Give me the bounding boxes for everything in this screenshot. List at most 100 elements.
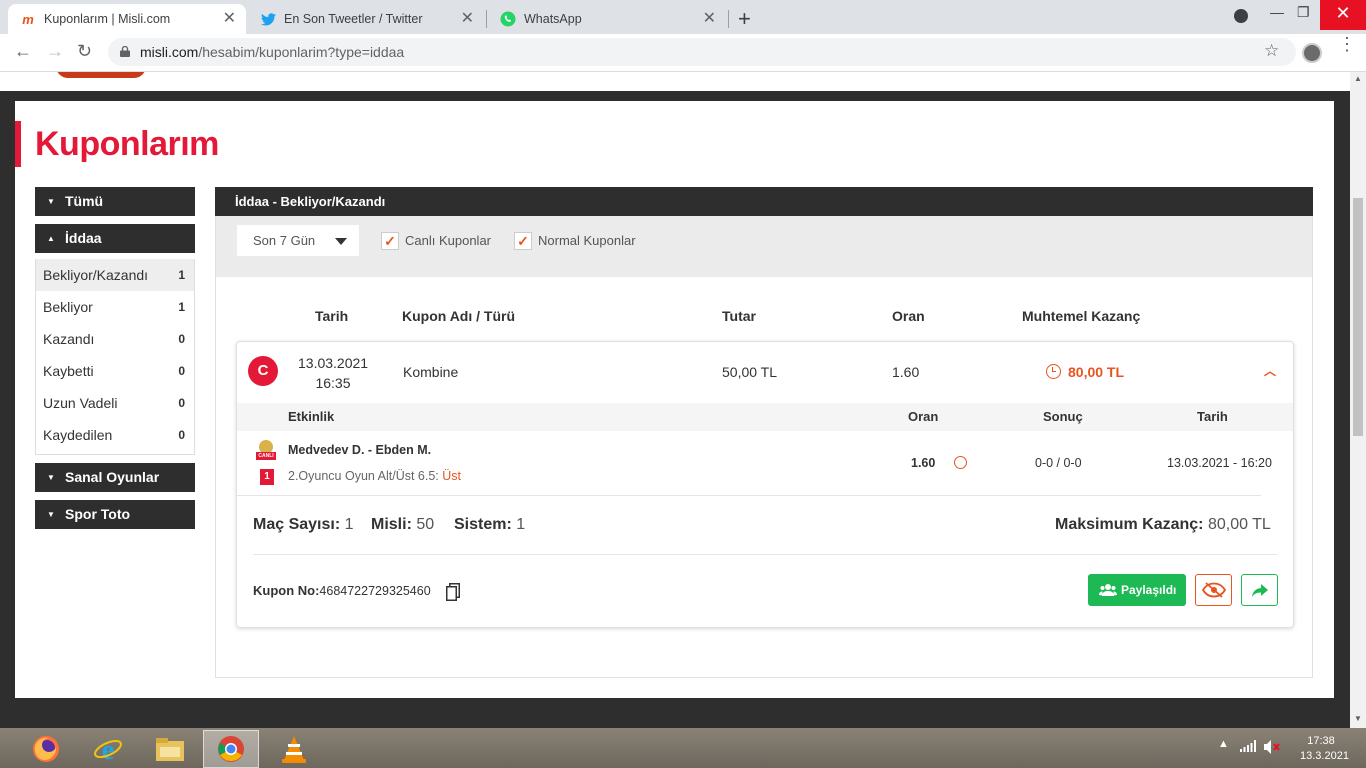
caret-up-icon: ▲: [47, 234, 55, 243]
window-close-icon[interactable]: ✕: [1320, 0, 1366, 30]
potential-value: 80,00 TL: [1068, 364, 1125, 380]
forward-icon[interactable]: →: [46, 41, 64, 62]
close-tab-icon[interactable]: ✕: [461, 11, 474, 27]
main-panel: Son 7 Gün ✓ Canlı Kuponlar ✓ Normal Kupo…: [215, 216, 1313, 678]
close-tab-icon[interactable]: ✕: [223, 11, 236, 27]
stat-label: Maç Sayısı:: [253, 516, 341, 533]
misli-icon: m: [22, 11, 34, 27]
internet-explorer-icon[interactable]: e: [80, 730, 136, 768]
event-col-oran: Oran: [908, 409, 939, 424]
scroll-down-arrow-icon[interactable]: ▼: [1354, 714, 1362, 723]
minimize-icon[interactable]: —: [1270, 4, 1284, 20]
system-clock[interactable]: 17:38 13.3.2021: [1300, 734, 1349, 764]
vlc-icon[interactable]: [266, 730, 322, 768]
coupon-odds: 1.60: [892, 364, 920, 380]
stat-label: Misli:: [371, 516, 412, 533]
stat-value: 80,00 TL: [1207, 516, 1271, 533]
reload-icon[interactable]: ↻: [77, 41, 92, 62]
sidebar-item-kaydedilen[interactable]: Kaydedilen 0: [36, 419, 194, 451]
shared-button[interactable]: Paylaşıldı: [1088, 574, 1186, 606]
close-tab-icon[interactable]: ✕: [703, 11, 716, 27]
checkmark-icon: ✓: [514, 232, 532, 250]
sidebar-item-bekliyor-kazandi[interactable]: Bekliyor/Kazandı 1: [36, 259, 194, 291]
tab-whatsapp[interactable]: WhatsApp ✕: [488, 4, 726, 34]
column-tarih: Tarih: [315, 308, 349, 324]
period-select[interactable]: Son 7 Gün: [237, 225, 359, 256]
stat-sistem: Sistem: 1: [454, 516, 525, 534]
filter-bar: Son 7 Gün ✓ Canlı Kuponlar ✓ Normal Kupo…: [216, 216, 1312, 277]
event-market-label: 2.Oyuncu Oyun Alt/Üst 6.5:: [288, 469, 439, 483]
profile-avatar[interactable]: [1302, 43, 1322, 63]
back-icon[interactable]: ←: [14, 41, 32, 62]
clock-icon: [954, 456, 967, 469]
scrollbar-thumb[interactable]: [1353, 198, 1363, 436]
sidebar-item-label: Bekliyor: [43, 299, 93, 315]
stat-label: Sistem:: [454, 516, 512, 533]
checkbox-label: Canlı Kuponlar: [405, 233, 491, 248]
normal-kuponlar-checkbox[interactable]: ✓ Normal Kuponlar: [514, 232, 636, 250]
tab-misli[interactable]: m Kuponlarım | Misli.com ✕: [8, 4, 246, 34]
volume-muted-icon[interactable]: [1264, 740, 1280, 757]
event-odds: 1.60: [911, 456, 936, 470]
bookmark-star-icon[interactable]: ☆: [1264, 41, 1279, 61]
chrome-icon[interactable]: [203, 730, 259, 768]
divider: [237, 495, 1261, 496]
collapse-chevron-icon[interactable]: ︿: [1264, 362, 1276, 379]
event-col-tarih: Tarih: [1197, 409, 1228, 424]
stat-value: 50: [416, 516, 435, 533]
show-hidden-icons-icon[interactable]: ▲: [1218, 738, 1229, 750]
network-signal-icon[interactable]: [1240, 740, 1256, 755]
coupon-type-badge: C: [248, 356, 278, 386]
sidebar-item-uzun-vadeli[interactable]: Uzun Vadeli 0: [36, 387, 194, 419]
stat-mac-sayisi: Maç Sayısı: 1: [253, 516, 354, 534]
main-panel-header: İddaa - Bekliyor/Kazandı: [215, 187, 1313, 216]
stat-misli: Misli: 50: [371, 516, 434, 534]
divider: [253, 554, 1277, 555]
sidebar-item-bekliyor[interactable]: Bekliyor 1: [36, 291, 194, 323]
firefox-icon[interactable]: [18, 730, 74, 768]
browser-menu-icon[interactable]: ⋮: [1338, 35, 1356, 53]
twitter-icon: [260, 11, 276, 27]
sidebar-spor-toto[interactable]: ▼ Spor Toto: [35, 500, 195, 529]
tab-separator: [728, 10, 729, 28]
period-select-value: Son 7 Gün: [253, 233, 316, 248]
profile-dropdown-icon[interactable]: [1234, 9, 1248, 23]
scroll-up-arrow-icon[interactable]: ▲: [1354, 74, 1362, 83]
checkmark-icon: ✓: [381, 232, 399, 250]
event-pick: Üst: [442, 469, 462, 483]
sidebar-item-label: Kaybetti: [43, 363, 94, 379]
sidebar-sanal-oyunlar[interactable]: ▼ Sanal Oyunlar: [35, 463, 195, 492]
sidebar-item-count: 0: [178, 364, 185, 378]
browser-tab-strip: m Kuponlarım | Misli.com ✕ En Son Tweetl…: [0, 0, 1366, 34]
coupon-card[interactable]: C 13.03.2021 16:35 Kombine 50,00 TL 1.60…: [236, 341, 1294, 628]
share-arrow-icon: [1252, 584, 1268, 597]
coupon-date: 13.03.2021: [298, 355, 369, 371]
sidebar-iddaa[interactable]: ▲ İddaa: [35, 224, 195, 253]
event-col-etkinlik: Etkinlik: [288, 409, 335, 424]
live-label: CANLI: [256, 452, 276, 460]
clock-icon: [1046, 364, 1061, 379]
event-table-header: Etkinlik Oran Sonuç Tarih: [237, 403, 1293, 431]
tab-twitter[interactable]: En Son Tweetler / Twitter ✕: [248, 4, 484, 34]
canli-kuponlar-checkbox[interactable]: ✓ Canlı Kuponlar: [381, 232, 491, 250]
sidebar-sanal-label: Sanal Oyunlar: [65, 469, 160, 485]
sidebar-tumu[interactable]: ▼ Tümü: [35, 187, 195, 216]
misli-logo[interactable]: [56, 72, 146, 78]
address-bar[interactable]: misli.com/hesabim/kuponlarim?type=iddaa: [108, 38, 1296, 66]
share-forward-button[interactable]: [1241, 574, 1278, 606]
url-host: misli.com: [140, 44, 199, 60]
browser-toolbar: ← → ↻ misli.com/hesabim/kuponlarim?type=…: [0, 34, 1366, 72]
copy-icon[interactable]: [446, 583, 460, 601]
page-viewport: Kuponlarım ▼ Tümü ▲ İddaa Bekliyor/Kazan…: [0, 72, 1350, 728]
caret-down-icon: ▼: [47, 473, 55, 482]
file-explorer-icon[interactable]: [142, 730, 198, 768]
event-market: 2.Oyuncu Oyun Alt/Üst 6.5: Üst: [288, 469, 461, 483]
restore-icon[interactable]: ❐: [1297, 4, 1310, 21]
sidebar-item-kazandi[interactable]: Kazandı 0: [36, 323, 194, 355]
sidebar-item-label: Kazandı: [43, 331, 95, 347]
hide-button[interactable]: [1195, 574, 1232, 606]
new-tab-icon[interactable]: +: [738, 6, 751, 32]
page-scrollbar[interactable]: ▲ ▼: [1350, 72, 1366, 728]
sidebar-item-kaybetti[interactable]: Kaybetti 0: [36, 355, 194, 387]
title-accent-bar: [15, 121, 21, 167]
